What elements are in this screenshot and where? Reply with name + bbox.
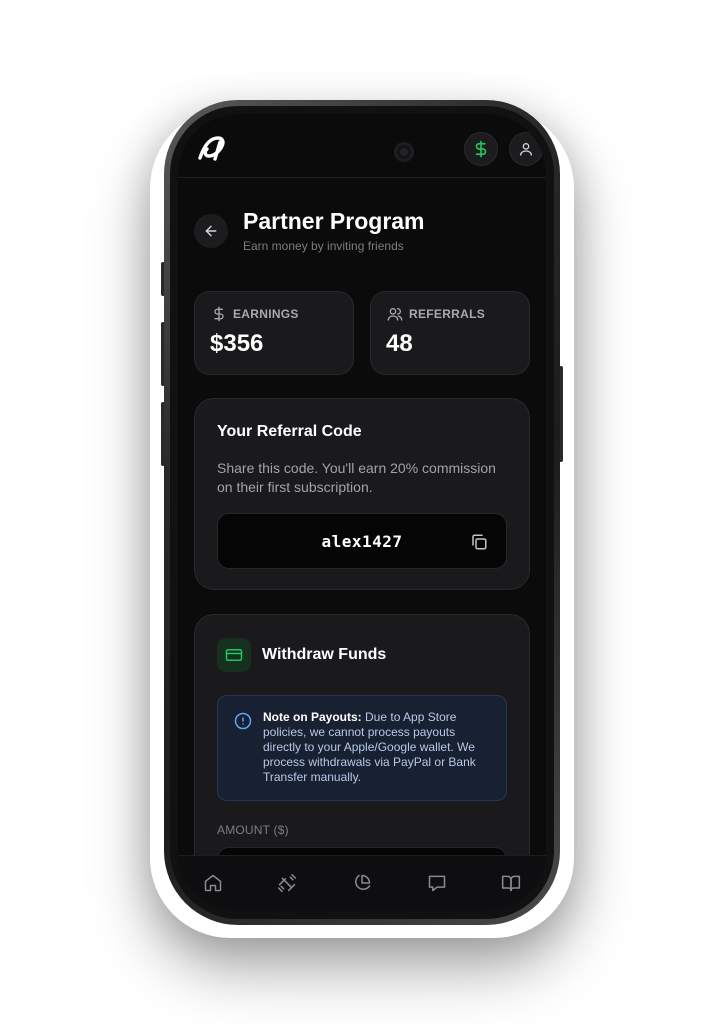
payout-note-heading: Note on Payouts: — [263, 710, 362, 724]
page-subtitle: Earn money by inviting friends — [243, 239, 404, 253]
nav-stats[interactable] — [349, 870, 375, 896]
users-icon — [387, 308, 403, 321]
profile-button[interactable] — [509, 132, 543, 166]
amount-label: AMOUNT ($) — [217, 823, 289, 837]
payout-note-text: Note on Payouts: Due to App Store polici… — [263, 710, 495, 785]
referral-code: alex1427 — [321, 532, 403, 551]
nav-library[interactable] — [498, 870, 524, 896]
referrals-label: REFERRALS — [409, 307, 486, 321]
bottom-nav — [178, 855, 546, 911]
pie-chart-icon — [355, 874, 371, 890]
book-icon — [501, 875, 521, 892]
withdraw-icon-box — [217, 638, 251, 672]
camera-cutout — [394, 142, 414, 162]
logo-icon[interactable] — [196, 134, 228, 162]
dollar-icon — [214, 306, 224, 322]
message-icon — [428, 875, 446, 892]
nav-messages[interactable] — [424, 870, 450, 896]
copy-icon[interactable] — [470, 533, 488, 551]
earnings-button[interactable] — [464, 132, 498, 166]
home-icon — [204, 874, 222, 892]
referral-code-card: Your Referral Code Share this code. You'… — [194, 398, 530, 590]
earnings-value: $356 — [210, 330, 264, 357]
back-button[interactable] — [194, 214, 228, 248]
nav-home[interactable] — [200, 870, 226, 896]
referral-description: Share this code. You'll earn 20% commiss… — [217, 460, 496, 495]
referral-title: Your Referral Code — [217, 423, 362, 440]
app-screen: Partner Program Earn money by inviting f… — [178, 114, 546, 911]
payout-note: Note on Payouts: Due to App Store polici… — [217, 695, 507, 801]
dollar-icon — [475, 140, 487, 158]
referral-code-box[interactable]: alex1427 — [217, 513, 507, 569]
page-title: Partner Program — [243, 208, 425, 234]
top-bar — [178, 114, 546, 178]
referrals-card: REFERRALS 48 — [370, 291, 530, 375]
nav-workouts[interactable] — [274, 870, 300, 896]
arrow-left-icon — [205, 225, 217, 237]
earnings-card: EARNINGS $356 — [194, 291, 354, 375]
withdraw-title: Withdraw Funds — [262, 646, 387, 663]
earnings-label: EARNINGS — [233, 307, 299, 321]
phone-frame: Partner Program Earn money by inviting f… — [164, 100, 560, 925]
dumbbell-icon — [277, 873, 297, 893]
referrals-value: 48 — [386, 330, 413, 357]
credit-card-icon — [225, 649, 243, 661]
user-icon — [520, 143, 532, 156]
info-icon — [234, 712, 252, 730]
